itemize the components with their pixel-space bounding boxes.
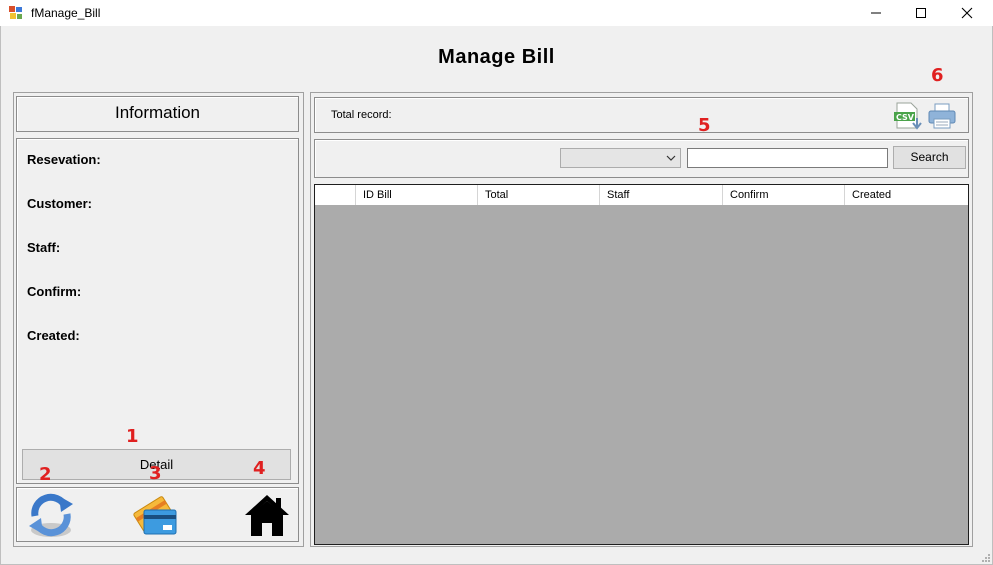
column-total[interactable]: Total [478,185,600,205]
column-id-bill[interactable]: ID Bill [356,185,478,205]
print-button[interactable] [927,102,957,130]
annotation-4: 4 [253,458,266,479]
filter-dropdown[interactable] [560,148,681,168]
resize-grip-icon[interactable] [979,551,991,563]
title-bar[interactable]: fManage_Bill [0,0,993,26]
printer-icon [928,103,956,129]
total-record-label: Total record: [331,109,392,121]
chevron-down-icon [666,155,676,161]
refresh-icon [29,493,73,537]
info-header: Information [114,103,201,122]
export-csv-button[interactable]: CSV [893,102,923,130]
row-header-column[interactable] [315,185,356,205]
info-fields-box: Resevation: Customer: Staff: Confirm: Cr… [16,138,299,484]
annotation-3: 3 [149,463,162,484]
home-icon [245,495,289,536]
svg-text:CSV: CSV [896,113,915,122]
staff-label: Staff: [27,240,61,255]
reservation-label: Resevation: [27,152,101,167]
search-input[interactable] [687,148,888,168]
info-header-box: Information [16,96,299,132]
annotation-6: 6 [931,65,944,86]
home-button[interactable] [243,492,291,538]
bill-grid[interactable]: ID Bill Total Staff Confirm Created [314,184,969,545]
close-button[interactable] [944,0,990,26]
minimize-icon [871,12,881,14]
window-title: fManage_Bill [31,6,101,20]
maximize-icon [916,8,926,18]
column-created[interactable]: Created [845,185,968,205]
annotation-5: 5 [698,115,711,136]
app-form-icon [9,6,23,20]
column-confirm[interactable]: Confirm [723,185,845,205]
search-button[interactable]: Search [893,146,966,169]
icon-toolbar [16,487,299,542]
maximize-button[interactable] [898,0,944,26]
annotation-1: 1 [126,426,139,447]
payment-button[interactable] [130,490,180,540]
grid-header: ID Bill Total Staff Confirm Created [315,185,968,205]
close-icon [961,7,973,19]
created-label: Created: [27,328,80,343]
records-bar: Total record: CSV [314,97,969,133]
annotation-2: 2 [39,464,52,485]
minimize-button[interactable] [853,0,899,26]
refresh-button[interactable] [25,490,77,540]
column-staff[interactable]: Staff [600,185,723,205]
page-title: Manage Bill [438,46,555,68]
confirm-label: Confirm: [27,284,82,299]
customer-label: Customer: [27,196,93,211]
csv-export-icon: CSV [894,102,922,130]
search-bar: Search [314,139,969,178]
payment-card-icon [133,496,177,535]
